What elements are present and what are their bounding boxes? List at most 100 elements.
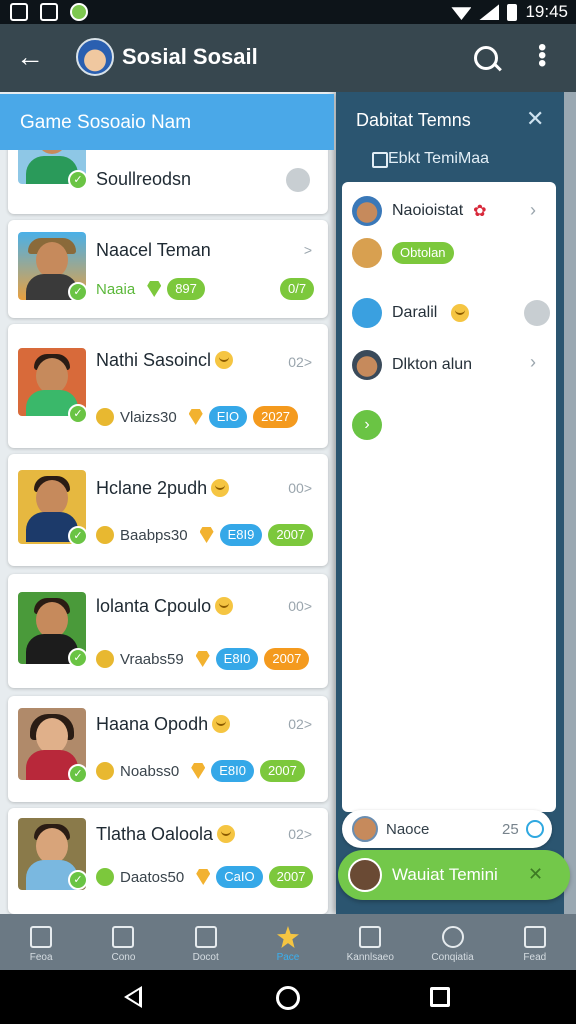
verified-check-icon: ✓ xyxy=(68,404,88,424)
verified-check-icon: ✓ xyxy=(68,764,88,784)
badge-level: CaIO xyxy=(216,866,263,888)
system-recents-icon[interactable] xyxy=(430,987,450,1007)
wifi-icon xyxy=(451,7,472,20)
home-icon xyxy=(112,926,135,948)
friend-card[interactable]: ✓ Nathi Sasoincl 02> Vlaizs30 EIO 2027 xyxy=(8,324,328,448)
badge-level: E8I0 xyxy=(215,648,259,670)
side-list-item[interactable]: Naoioistat ✿ xyxy=(352,196,487,226)
smile-emoji-icon xyxy=(212,715,231,733)
message-count[interactable]: 02> xyxy=(288,716,312,732)
wait-team-label: Wauiat Temini xyxy=(392,865,498,884)
side-item-label: Naoioistat xyxy=(392,202,464,219)
friend-name: Haana Opodh xyxy=(96,714,209,734)
location-pin-icon xyxy=(195,651,210,667)
nav-item-feed[interactable]: Feoa xyxy=(0,914,82,970)
meta-label: Noabss0 xyxy=(120,762,180,780)
friend-name: Hclane 2pudh xyxy=(96,478,208,498)
side-item-label: Daralil xyxy=(392,304,438,321)
verified-check-icon: ✓ xyxy=(68,648,88,668)
chevron-right-icon[interactable]: › xyxy=(530,352,536,373)
friend-card[interactable]: ✓ Naacel Teman > Naaia 897 0/7 xyxy=(8,220,328,318)
battery-icon xyxy=(507,3,518,21)
friend-name: Naacel Teman xyxy=(96,240,211,260)
friend-card[interactable]: ✓ Tlatha Oaloola 02> Daatos50 CaIO 2007 xyxy=(8,808,328,914)
verified-check-icon: ✓ xyxy=(68,870,88,890)
location-pin-icon xyxy=(188,409,203,425)
list-header: Game Sosoaio Nam xyxy=(0,94,334,150)
smile-emoji-icon xyxy=(215,597,234,615)
location-pin-icon xyxy=(196,869,211,885)
message-count[interactable]: 02> xyxy=(288,826,312,842)
profile-avatar[interactable] xyxy=(76,38,114,76)
smile-emoji-icon xyxy=(215,351,234,369)
nav-item-home[interactable]: Cono xyxy=(82,914,164,970)
smile-emoji-icon xyxy=(217,825,236,843)
close-icon[interactable]: ✕ xyxy=(526,106,544,132)
meta-label: Vlaizs30 xyxy=(120,408,177,426)
meta-label: Vraabs59 xyxy=(120,650,184,668)
search-icon xyxy=(441,926,464,948)
side-panel-title: Dabitat Temns xyxy=(356,110,471,130)
friend-card[interactable]: ✓ Hclane 2pudh 00> Baabps30 E8I9 2007 xyxy=(8,454,328,566)
chevron-right-icon[interactable]: > xyxy=(304,242,312,258)
mini-contact-card[interactable]: Naoce 25 xyxy=(342,810,552,848)
status-time: 19:45 xyxy=(525,2,568,21)
friend-name: Tlatha Oaloola xyxy=(96,824,214,844)
status-bar: 19:45 xyxy=(0,0,576,24)
system-home-icon[interactable] xyxy=(276,986,300,1010)
badge-level: E8I0 xyxy=(211,760,254,782)
add-friend-icon[interactable] xyxy=(286,168,310,192)
avatar xyxy=(352,196,382,226)
badge-year: 2007 xyxy=(268,524,314,546)
avatar xyxy=(352,298,382,328)
side-list-item[interactable]: Obtolan xyxy=(352,238,454,268)
meta-label: Daatos50 xyxy=(120,868,185,886)
mini-contact-count: 25 xyxy=(502,821,519,838)
search-icon[interactable] xyxy=(474,46,498,70)
verified-check-icon: ✓ xyxy=(68,526,88,546)
nav-item-channels[interactable]: Kannlsaeo xyxy=(329,914,411,970)
mini-contact-label: Naoce xyxy=(386,821,430,838)
chevron-right-icon[interactable]: › xyxy=(530,200,536,221)
nav-item-fead[interactable]: Fead xyxy=(494,914,576,970)
calendar-icon xyxy=(359,926,382,948)
wait-team-button[interactable]: Wauiat Temini ✕ xyxy=(338,850,570,900)
message-count[interactable]: 00> xyxy=(288,480,312,496)
badge-year: 2007 xyxy=(264,648,310,670)
close-icon[interactable]: ✕ xyxy=(528,864,543,885)
verified-check-icon: ✓ xyxy=(68,170,88,190)
box-icon xyxy=(194,926,217,948)
smile-emoji-icon xyxy=(211,479,230,497)
app-title: Sosial Sosail xyxy=(122,44,258,69)
system-back-icon[interactable] xyxy=(124,986,142,1008)
more-options-icon[interactable]: • • • xyxy=(538,36,546,76)
arrow-right-icon[interactable]: › xyxy=(352,410,382,440)
friends-side-panel: Dabitat Temns ✕ Ebkt TemiMaa Naoioistat … xyxy=(336,92,564,914)
gallery-notification-icon xyxy=(10,3,28,21)
signal-icon xyxy=(479,4,500,20)
nav-item-docs[interactable]: Docot xyxy=(165,914,247,970)
friend-name: lolanta Cpoulo xyxy=(96,596,212,616)
message-count[interactable]: 00> xyxy=(288,598,312,614)
message-count[interactable]: 02> xyxy=(288,354,312,370)
location-pin-icon xyxy=(147,281,162,297)
add-friend-icon[interactable] xyxy=(524,300,550,326)
friends-list-panel: Game Sosoaio Nam ✓ Soullreodsn ✓ Naacel … xyxy=(0,92,336,914)
verified-check-icon: ✓ xyxy=(68,282,88,302)
friend-card[interactable]: ✓ Haana Opodh 02> Noabss0 E8I0 2007 xyxy=(8,696,328,802)
back-arrow-icon[interactable]: ← xyxy=(16,42,44,72)
side-list-item[interactable]: Dlkton alun xyxy=(352,350,472,380)
smile-emoji-icon xyxy=(96,868,114,886)
friend-card[interactable]: ✓ lolanta Cpoulo 00> Vraabs59 E8I0 2007 xyxy=(8,574,328,688)
badge-score: 897 xyxy=(167,278,205,300)
background-edge xyxy=(564,92,576,914)
side-list-item[interactable]: Daralil xyxy=(352,298,470,328)
app-bar: ← Sosial Sosail • • • xyxy=(0,24,576,92)
avatar xyxy=(348,858,382,892)
app-notification-icon xyxy=(70,3,88,21)
side-panel-subtitle[interactable]: Ebkt TemiMaa xyxy=(371,150,489,168)
badge-year: 2007 xyxy=(268,866,314,888)
nav-item-search[interactable]: Conqiatia xyxy=(411,914,493,970)
nav-item-favorites[interactable]: Pace xyxy=(247,914,329,970)
main-content: Game Sosoaio Nam ✓ Soullreodsn ✓ Naacel … xyxy=(0,92,576,914)
